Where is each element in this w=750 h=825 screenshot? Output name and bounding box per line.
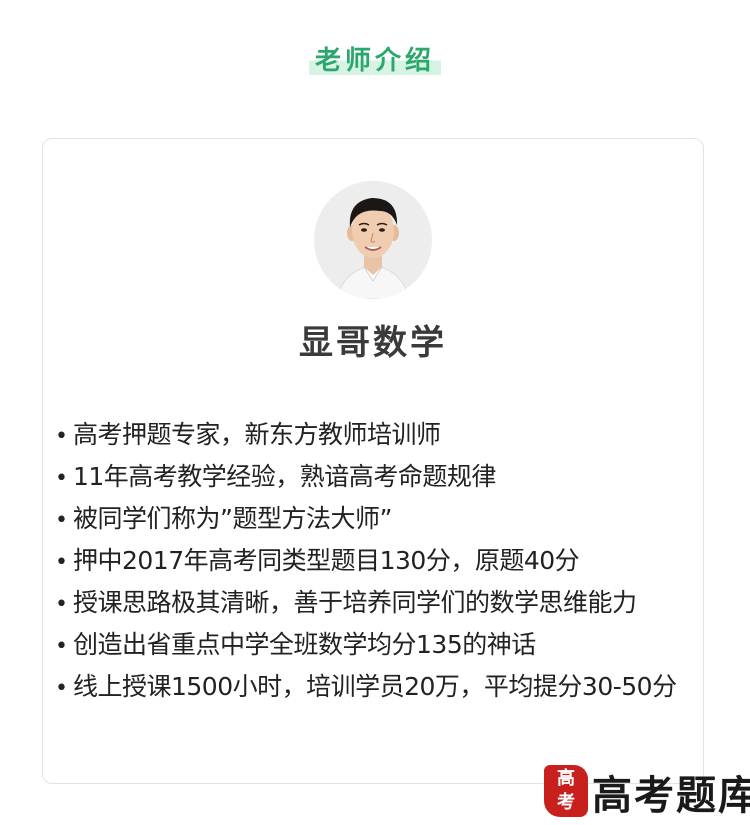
highlight-item: • 授课思路极其清晰，善于培养同学们的数学思维能力 bbox=[55, 582, 677, 624]
watermark-logo: 高考 高考题库 bbox=[544, 759, 750, 821]
highlight-text: 押中2017年高考同类型题目130分，原题40分 bbox=[73, 546, 580, 575]
teacher-avatar bbox=[314, 181, 432, 299]
highlight-text: 被同学们称为”题型方法大师” bbox=[73, 504, 392, 533]
seal-stamp-icon: 高考 bbox=[544, 765, 588, 817]
teacher-card: 显哥数学 • 高考押题专家，新东方教师培训师 • 11年高考教学经验，熟谙高考命题规… bbox=[42, 138, 704, 784]
section-title: 老师介绍 bbox=[308, 40, 441, 77]
bullet-dot-icon: • bbox=[55, 550, 68, 575]
watermark-text: 高考题库 bbox=[592, 772, 750, 819]
teacher-portrait-icon bbox=[314, 181, 432, 299]
bullet-dot-icon: • bbox=[55, 508, 68, 533]
bullet-dot-icon: • bbox=[55, 676, 68, 701]
section-title-wrap: 老师介绍 bbox=[0, 40, 750, 77]
bullet-dot-icon: • bbox=[55, 424, 68, 449]
teacher-highlights-list: • 高考押题专家，新东方教师培训师 • 11年高考教学经验，熟谙高考命题规律 • 被同… bbox=[55, 414, 677, 708]
highlight-text: 授课思路极其清晰，善于培养同学们的数学思维能力 bbox=[73, 588, 637, 617]
bullet-dot-icon: • bbox=[55, 634, 68, 659]
highlight-item: • 押中2017年高考同类型题目130分，原题40分 bbox=[55, 540, 677, 582]
highlight-text: 线上授课1500小时，培训学员20万，平均提分30-50分 bbox=[73, 672, 677, 701]
highlight-item: • 创造出省重点中学全班数学均分135的神话 bbox=[55, 624, 677, 666]
highlight-item: • 高考押题专家，新东方教师培训师 bbox=[55, 414, 677, 456]
highlight-item: • 11年高考教学经验，熟谙高考命题规律 bbox=[55, 456, 677, 498]
highlight-text: 高考押题专家，新东方教师培训师 bbox=[73, 420, 441, 449]
highlight-text: 11年高考教学经验，熟谙高考命题规律 bbox=[73, 462, 496, 491]
highlight-item: • 线上授课1500小时，培训学员20万，平均提分30-50分 bbox=[55, 666, 677, 708]
bullet-dot-icon: • bbox=[55, 466, 68, 491]
teacher-name: 显哥数学 bbox=[299, 323, 447, 363]
seal-text: 高考 bbox=[557, 768, 575, 813]
highlight-text: 创造出省重点中学全班数学均分135的神话 bbox=[73, 630, 536, 659]
highlight-item: • 被同学们称为”题型方法大师” bbox=[55, 498, 677, 540]
bullet-dot-icon: • bbox=[55, 592, 68, 617]
